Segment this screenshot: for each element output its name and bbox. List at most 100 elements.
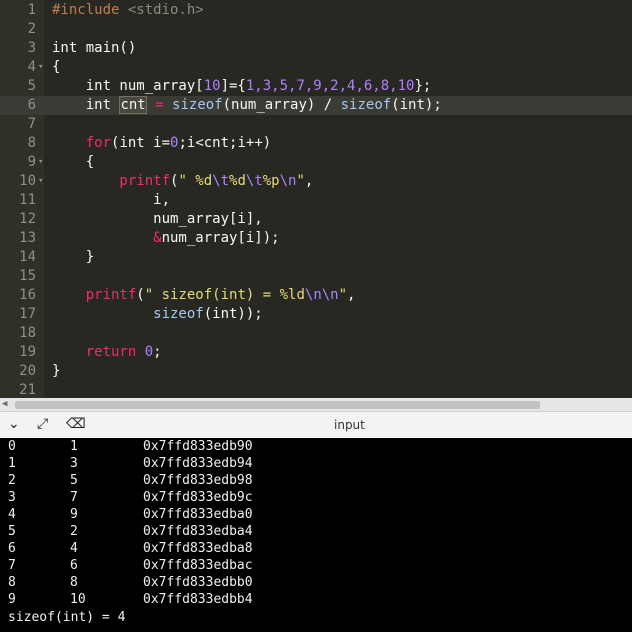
code-line-18[interactable]: 18 bbox=[0, 324, 632, 343]
row-index: 7 bbox=[8, 558, 16, 573]
line-number: 1 bbox=[27, 2, 36, 18]
row-address: 0x7ffd833edb94 bbox=[143, 456, 253, 471]
row-value: 8 bbox=[70, 575, 78, 590]
line-number: 13 bbox=[19, 230, 36, 246]
line-number: 20 bbox=[19, 363, 36, 379]
row-address: 0x7ffd833edbac bbox=[143, 558, 253, 573]
code-text: num_array[i]); bbox=[161, 230, 280, 246]
operator: & bbox=[52, 230, 162, 246]
code-editor[interactable]: 1 #include <stdio.h> 2 3 int main() 4 ▾{ 5 … bbox=[0, 0, 632, 398]
code-text: int bbox=[52, 97, 120, 113]
function-name: sizeof bbox=[172, 97, 223, 113]
code-text: (int)); bbox=[203, 306, 263, 322]
console-output[interactable]: 0 1 0x7ffd833edb90 1 3 0x7ffd833edb94 2 5 0x7f… bbox=[0, 438, 632, 632]
string-literal: %d bbox=[229, 173, 246, 189]
fold-arrow-icon[interactable]: ▾ bbox=[38, 58, 43, 77]
code-text: i, bbox=[52, 192, 171, 208]
scrollbar-thumb[interactable] bbox=[15, 401, 540, 409]
code-line-4[interactable]: 4 ▾ { bbox=[0, 58, 632, 77]
clear-console-icon[interactable]: ⌫ bbox=[66, 416, 86, 432]
fold-arrow-icon[interactable]: ▾ bbox=[38, 172, 43, 191]
row-address: 0x7ffd833edbb0 bbox=[143, 575, 253, 590]
code-line-13[interactable]: 13 &num_array[i]); bbox=[0, 229, 632, 248]
code-text: (num_array) / bbox=[222, 97, 341, 113]
row-value: 6 bbox=[70, 558, 78, 573]
escape-sequence: \t bbox=[212, 173, 230, 189]
row-address: 0x7ffd833edb90 bbox=[143, 439, 253, 454]
code-line-11[interactable]: 11 i, bbox=[0, 191, 632, 210]
row-index: 2 bbox=[8, 473, 16, 488]
string-literal: " sizeof(int) = %ld bbox=[144, 287, 305, 303]
row-address: 0x7ffd833edba0 bbox=[143, 507, 253, 522]
row-value: 9 bbox=[70, 507, 78, 522]
chevron-down-icon[interactable]: ⌄ bbox=[8, 416, 20, 432]
line-number: 21 bbox=[19, 382, 36, 398]
row-value: 10 bbox=[70, 592, 86, 607]
row-address: 0x7ffd833edba4 bbox=[143, 524, 253, 539]
row-address: 0x7ffd833edb98 bbox=[143, 473, 253, 488]
code-text: ; bbox=[153, 344, 162, 360]
code-line-19[interactable]: 19 return 0; bbox=[0, 343, 632, 362]
expand-icon[interactable]: ⤢ bbox=[37, 416, 48, 432]
row-address: 0x7ffd833edba8 bbox=[143, 541, 253, 556]
preprocessor-directive: #include bbox=[52, 2, 128, 18]
selected-word[interactable]: cnt bbox=[119, 96, 147, 114]
code-line-1[interactable]: 1 #include <stdio.h> bbox=[0, 1, 632, 20]
code-line-3[interactable]: 3 int main() bbox=[0, 39, 632, 58]
horizontal-scrollbar[interactable]: ◀ bbox=[0, 398, 632, 411]
fold-arrow-icon[interactable]: ▾ bbox=[38, 153, 43, 172]
line-number: 3 bbox=[27, 40, 36, 56]
line-number: 14 bbox=[19, 249, 36, 265]
code-line-21[interactable]: 21 bbox=[0, 381, 632, 398]
code-line-10[interactable]: 10 ▾ printf(" %d\t%d\t%p\n", bbox=[0, 172, 632, 191]
code-line-6[interactable]: 6 int cnt = sizeof(num_array) / sizeof(i… bbox=[0, 96, 632, 115]
code-line-14[interactable]: 14 } bbox=[0, 248, 632, 267]
code-line-16[interactable]: 16 printf(" sizeof(int) = %ld\n\n", bbox=[0, 286, 632, 305]
line-number: 12 bbox=[19, 211, 36, 227]
line-number: 7 bbox=[27, 116, 36, 132]
code-text: , bbox=[304, 173, 314, 189]
string-literal: " bbox=[296, 173, 305, 189]
code-line-5[interactable]: 5 int num_array[10]={1,3,5,7,9,2,4,6,8,1… bbox=[0, 77, 632, 96]
line-number: 11 bbox=[19, 192, 36, 208]
line-number: 6 bbox=[27, 97, 36, 113]
row-address: 0x7ffd833edbb4 bbox=[143, 592, 253, 607]
string-literal: " %d bbox=[178, 173, 213, 189]
string-literal: %p bbox=[262, 173, 280, 189]
row-index: 5 bbox=[8, 524, 16, 539]
code-text: int num_array[ bbox=[52, 78, 204, 94]
code-line-9[interactable]: 9 ▾ { bbox=[0, 153, 632, 172]
code-text: (int i= bbox=[111, 135, 171, 151]
escape-sequence: \t bbox=[245, 173, 263, 189]
code-text: ;i<cnt;i++) bbox=[178, 135, 272, 151]
code-line-15[interactable]: 15 bbox=[0, 267, 632, 286]
code-line-20[interactable]: 20} bbox=[0, 362, 632, 381]
code-text: { bbox=[52, 59, 61, 75]
line-number: 16 bbox=[19, 287, 36, 303]
row-index: 1 bbox=[8, 456, 16, 471]
function-call: printf bbox=[52, 287, 137, 303]
code-line-2[interactable]: 2 bbox=[0, 20, 632, 39]
line-number: 2 bbox=[27, 21, 36, 37]
line-number: 15 bbox=[19, 268, 36, 284]
include-header: <stdio.h> bbox=[127, 2, 204, 18]
code-text: int main() bbox=[52, 40, 137, 56]
code-text: (int); bbox=[391, 97, 442, 113]
line-number: 10 bbox=[19, 173, 36, 189]
keyword: for bbox=[52, 135, 112, 151]
code-line-12[interactable]: 12 num_array[i], bbox=[0, 210, 632, 229]
row-index: 4 bbox=[8, 507, 16, 522]
keyword: return bbox=[52, 344, 145, 360]
scroll-left-arrow-icon[interactable]: ◀ bbox=[2, 398, 7, 411]
console-toolbar: ⌄ ⤢ ⌫ input bbox=[0, 411, 632, 439]
code-text: } bbox=[52, 363, 61, 379]
string-literal: " bbox=[338, 287, 348, 303]
line-number: 19 bbox=[19, 344, 36, 360]
row-index: 8 bbox=[8, 575, 16, 590]
line-number: 5 bbox=[27, 78, 36, 94]
code-line-8[interactable]: 8 for(int i=0;i<cnt;i++) bbox=[0, 134, 632, 153]
row-value: 7 bbox=[70, 490, 78, 505]
row-index: 3 bbox=[8, 490, 16, 505]
code-line-17[interactable]: 17 sizeof(int)); bbox=[0, 305, 632, 324]
code-line-7[interactable]: 7 bbox=[0, 115, 632, 134]
